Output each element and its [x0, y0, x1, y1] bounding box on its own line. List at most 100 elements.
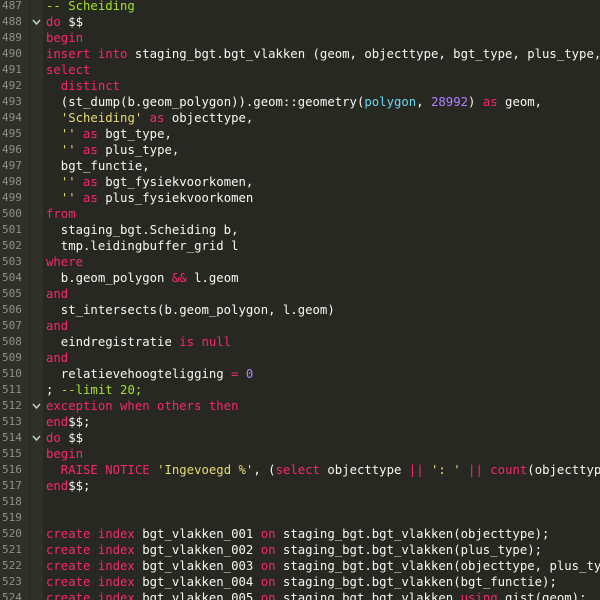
code-line[interactable]: 508 eindregistratie is null — [0, 334, 600, 350]
line-number: 498 — [0, 174, 29, 190]
code-token: as — [83, 143, 98, 157]
code-line[interactable]: 500 from — [0, 206, 600, 222]
code-line[interactable]: 494 'Scheiding' as objecttype, — [0, 110, 600, 126]
line-number: 499 — [0, 190, 29, 206]
code-line[interactable]: 513 end$$; — [0, 414, 600, 430]
fold-gutter — [30, 542, 42, 558]
code-line[interactable]: 514 do $$ — [0, 430, 600, 446]
code-token: $$ — [60, 15, 84, 29]
code-token: eindregistratie — [46, 335, 180, 349]
code-text: '' as plus_type, — [46, 142, 179, 158]
line-number: 514 — [0, 430, 29, 446]
code-line[interactable]: 504 b.geom_polygon && l.geom — [0, 270, 600, 286]
code-text: -- Scheiding — [46, 0, 135, 14]
fold-chevron-icon[interactable] — [30, 398, 42, 414]
code-token: , — [416, 95, 431, 109]
code-line[interactable]: 517 end$$; — [0, 478, 600, 494]
fold-gutter — [30, 350, 42, 366]
code-token: ) — [468, 95, 483, 109]
line-number: 488 — [0, 14, 29, 30]
fold-gutter — [30, 46, 42, 62]
code-line[interactable]: 520 create index bgt_vlakken_001 on stagi… — [0, 526, 600, 542]
line-number: 500 — [0, 206, 29, 222]
fold-gutter — [30, 526, 42, 542]
code-editor[interactable]: 487 -- Scheiding 488 do $$ 489 begin 490 insert… — [0, 0, 600, 600]
fold-gutter — [30, 334, 42, 350]
line-number: 506 — [0, 302, 29, 318]
line-number: 501 — [0, 222, 29, 238]
code-token: from — [46, 207, 76, 221]
code-text: 'Scheiding' as objecttype, — [46, 110, 254, 126]
fold-gutter — [30, 174, 42, 190]
code-line[interactable]: 518 — [0, 494, 600, 510]
code-line[interactable]: 488 do $$ — [0, 14, 600, 30]
code-line[interactable]: 506 st_intersects(b.geom_polygon, l.geom… — [0, 302, 600, 318]
code-token: distinct — [46, 79, 121, 93]
code-text: create index bgt_vlakken_004 on staging_… — [46, 574, 557, 590]
code-token: (objecttype) — [527, 463, 600, 477]
line-number: 492 — [0, 78, 29, 94]
line-number: 517 — [0, 478, 29, 494]
code-token: as — [149, 111, 165, 125]
code-line[interactable]: 524 create index bgt_vlakken_005 on stagi… — [0, 590, 600, 600]
code-token: and — [46, 351, 69, 365]
code-line[interactable]: 521 create index bgt_vlakken_002 on stagi… — [0, 542, 600, 558]
code-line[interactable]: 501 staging_bgt.Scheiding b, — [0, 222, 600, 238]
code-token: geom, — [497, 95, 543, 109]
code-line[interactable]: 497 bgt_functie, — [0, 158, 600, 174]
line-number: 503 — [0, 254, 29, 270]
code-line[interactable]: 496 '' as plus_type, — [0, 142, 600, 158]
code-line[interactable]: 505 and — [0, 286, 600, 302]
code-token: '' — [60, 191, 76, 205]
code-token: on — [260, 591, 276, 600]
fold-chevron-icon[interactable] — [30, 430, 42, 446]
fold-gutter — [30, 158, 42, 174]
code-line[interactable]: 499 '' as plus_fysiekvoorkomen — [0, 190, 600, 206]
code-text: staging_bgt.Scheiding b, — [46, 222, 239, 238]
code-token: relatievehoogteligging — [46, 367, 232, 381]
code-token: bgt_fysiekvoorkomen, — [97, 175, 254, 189]
code-text: eindregistratie is null — [46, 334, 231, 350]
code-line[interactable]: 515 begin — [0, 446, 600, 462]
code-line[interactable]: 516 RAISE NOTICE 'Ingevoegd %', (select … — [0, 462, 600, 478]
code-text: ; --limit 20; — [46, 382, 142, 398]
line-number: 502 — [0, 238, 29, 254]
code-text: create index bgt_vlakken_002 on staging_… — [46, 542, 542, 558]
code-text: do $$ — [46, 14, 83, 30]
code-line[interactable]: 493 (st_dump(b.geom_polygon)).geom::geom… — [0, 94, 600, 110]
code-line[interactable]: 507 and — [0, 318, 600, 334]
code-text: begin — [46, 446, 83, 462]
fold-gutter — [30, 446, 42, 462]
code-line[interactable]: 503 where — [0, 254, 600, 270]
code-token: bgt_type, — [97, 127, 172, 141]
code-token: 'Scheiding' — [60, 111, 143, 125]
code-line[interactable]: 491 select — [0, 62, 600, 78]
code-line[interactable]: 487 -- Scheiding — [0, 0, 600, 14]
code-line[interactable]: 502 tmp.leidingbuffer_grid l — [0, 238, 600, 254]
code-line[interactable]: 512 exception when others then — [0, 398, 600, 414]
code-line[interactable]: 495 '' as bgt_type, — [0, 126, 600, 142]
line-number: 519 — [0, 510, 29, 526]
fold-chevron-icon[interactable] — [30, 14, 42, 30]
code-token: on — [260, 527, 276, 541]
code-token: using — [460, 591, 498, 600]
code-line[interactable]: 523 create index bgt_vlakken_004 on stagi… — [0, 574, 600, 590]
code-line[interactable]: 509 and — [0, 350, 600, 366]
code-line[interactable]: 489 begin — [0, 30, 600, 46]
code-token: l.geom — [186, 271, 239, 285]
code-token: --limit 20; — [60, 383, 143, 397]
code-line[interactable]: 510 relatievehoogteligging = 0 — [0, 366, 600, 382]
code-line[interactable]: 498 '' as bgt_fysiekvoorkomen, — [0, 174, 600, 190]
code-line[interactable]: 492 distinct — [0, 78, 600, 94]
code-line[interactable]: 519 — [0, 510, 600, 526]
code-line[interactable]: 490 insert into staging_bgt.bgt_vlakken (… — [0, 46, 600, 62]
code-line[interactable]: 522 create index bgt_vlakken_003 on stagi… — [0, 558, 600, 574]
code-line[interactable]: 511; --limit 20; — [0, 382, 600, 398]
code-text: and — [46, 286, 68, 302]
